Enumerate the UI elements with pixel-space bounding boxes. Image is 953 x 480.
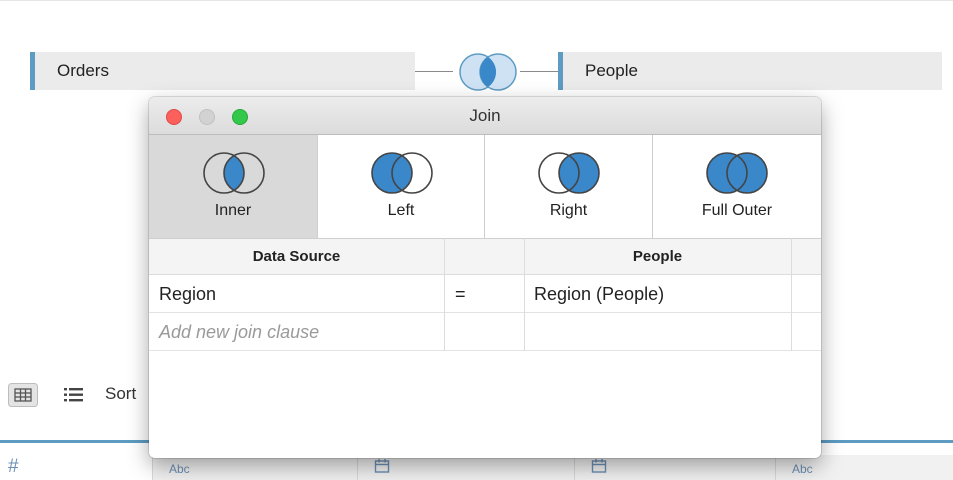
dialog-titlebar[interactable]: Join <box>149 97 821 135</box>
column-header[interactable]: Abc <box>152 455 357 480</box>
table-accent-bar <box>558 52 563 90</box>
people-header[interactable]: People <box>524 238 791 275</box>
clause-right-field[interactable]: Region (People) <box>524 275 791 313</box>
inner-join-option[interactable]: Inner <box>149 135 318 238</box>
date-type-icon <box>591 459 607 473</box>
join-option-label: Inner <box>214 202 252 219</box>
dialog-title: Join <box>469 106 501 125</box>
column-header[interactable] <box>574 455 775 480</box>
empty-cell <box>524 313 791 351</box>
column-header[interactable]: Abc <box>775 455 953 480</box>
full-outer-join-option[interactable]: Full Outer <box>653 135 821 238</box>
list-view-icon[interactable] <box>64 386 84 404</box>
operator-header <box>444 238 524 275</box>
string-type-icon: Abc <box>792 462 813 476</box>
left-join-venn-icon <box>371 152 433 194</box>
column-divider <box>791 238 792 351</box>
empty-cell <box>791 313 821 351</box>
inner-join-venn-icon <box>203 152 265 194</box>
right-table-label: People <box>585 61 638 80</box>
data-source-header[interactable]: Data Source <box>149 238 444 275</box>
header-filler <box>791 238 821 275</box>
empty-cell <box>444 313 524 351</box>
clause-filler <box>791 275 821 313</box>
clause-left-field[interactable]: Region <box>149 275 444 313</box>
join-type-selector: Inner Left Right Full Outer <box>149 135 821 238</box>
sort-label[interactable]: Sort <box>105 384 136 404</box>
full-outer-join-venn-icon <box>706 152 768 194</box>
date-type-icon <box>374 459 390 473</box>
string-type-icon: Abc <box>169 462 190 476</box>
join-connector-left <box>415 71 453 72</box>
column-divider <box>444 238 445 351</box>
grid-view-icon[interactable] <box>8 383 38 407</box>
add-join-clause-field[interactable]: Add new join clause <box>149 313 444 351</box>
right-join-venn-icon <box>538 152 600 194</box>
join-connector-right <box>520 71 558 72</box>
join-option-label: Left <box>387 202 415 219</box>
number-type-icon[interactable]: # <box>8 456 19 478</box>
join-dialog: Join Inner Left Right Full Outer Data So… <box>149 97 821 458</box>
right-table-people[interactable]: People <box>558 52 942 90</box>
left-table-label: Orders <box>57 61 109 80</box>
right-join-option[interactable]: Right <box>485 135 653 238</box>
left-join-option[interactable]: Left <box>318 135 485 238</box>
join-option-label: Full Outer <box>701 202 773 219</box>
join-option-label: Right <box>549 202 588 219</box>
top-divider <box>0 0 953 1</box>
inner-join-venn-icon[interactable] <box>452 52 524 92</box>
clause-operator[interactable]: = <box>444 275 524 313</box>
column-divider <box>524 238 525 351</box>
left-table-orders[interactable]: Orders <box>30 52 415 90</box>
column-header[interactable] <box>357 455 574 480</box>
table-accent-bar <box>30 52 35 90</box>
